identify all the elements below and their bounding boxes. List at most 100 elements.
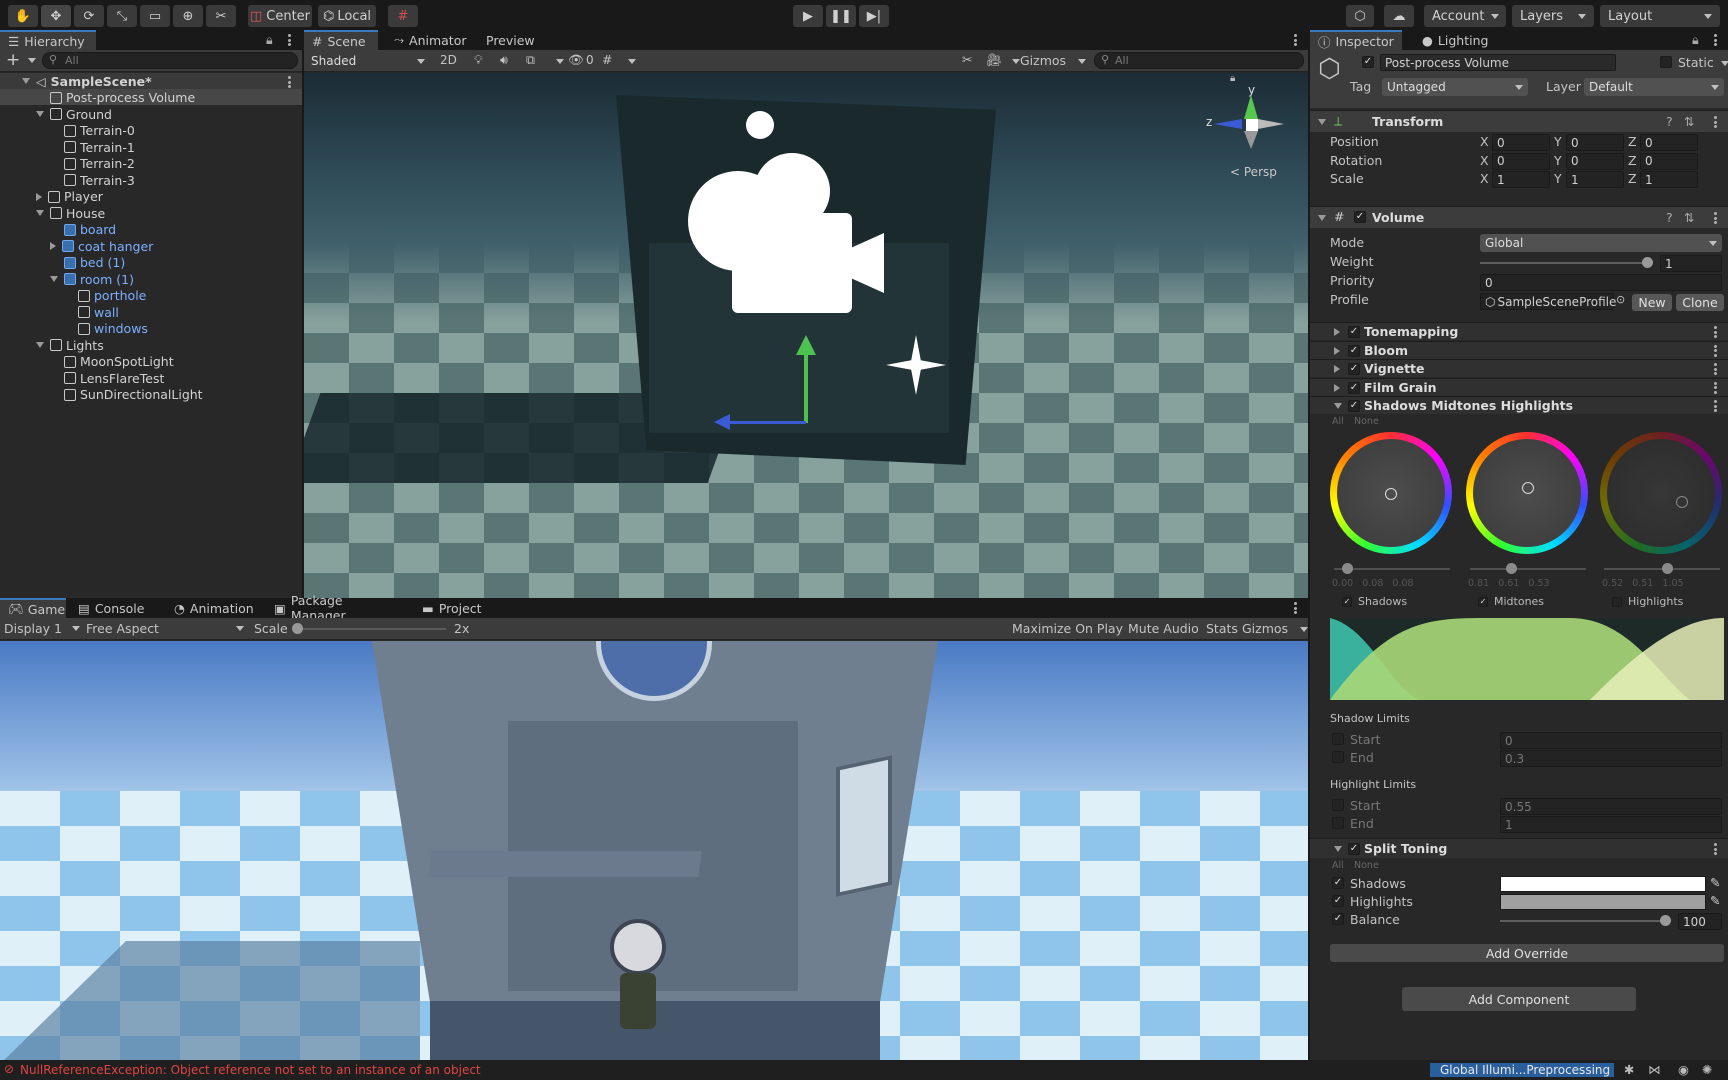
mute-audio-toggle[interactable]: Mute Audio — [1128, 621, 1199, 636]
highlight-end-checkbox[interactable] — [1332, 817, 1344, 829]
axis-z-label[interactable]: Z — [1628, 171, 1637, 186]
move-handle-z[interactable] — [724, 421, 806, 424]
expand-right-icon[interactable] — [1334, 383, 1340, 392]
clone-profile-button[interactable]: Clone — [1676, 294, 1724, 311]
small-camera-icon[interactable] — [746, 111, 774, 139]
orientation-gizmo[interactable]: y z — [1206, 83, 1294, 163]
split-toning-checkbox[interactable]: ✓ — [1348, 843, 1360, 855]
object-picker-icon[interactable]: ⊙ — [1616, 293, 1625, 306]
transform-position-y-field[interactable]: 0 — [1566, 134, 1624, 151]
volume-enabled-checkbox[interactable]: ✓ — [1354, 211, 1366, 223]
expand-down-icon[interactable] — [36, 210, 44, 217]
override-header[interactable]: ✓ Shadows Midtones Highlights — [1310, 396, 1728, 414]
override-menu-icon[interactable] — [1714, 326, 1717, 338]
hierarchy-item[interactable]: Player — [0, 189, 300, 206]
hierarchy-item[interactable]: Terrain-3 — [0, 172, 300, 189]
step-button[interactable]: ▶| — [859, 5, 889, 27]
tab-scene[interactable]: # Scene — [304, 30, 378, 50]
wheel-intensity-handle[interactable] — [1342, 563, 1353, 574]
highlights-color-wheel[interactable] — [1600, 432, 1722, 554]
collapse-icon[interactable] — [1318, 119, 1326, 125]
axis-x-label[interactable]: X — [1480, 134, 1489, 149]
transform-tool-icon[interactable]: ⊕ — [173, 5, 203, 27]
preset-icon[interactable]: ⇅ — [1684, 210, 1694, 225]
play-button[interactable]: ▶ — [793, 5, 823, 27]
override-header[interactable]: ✓ Film Grain — [1310, 377, 1728, 396]
wheel-intensity-handle[interactable] — [1662, 563, 1673, 574]
tab-game[interactable]: 🎮︎ Game — [0, 598, 66, 618]
tab-animator[interactable]: ⤳ Animator — [386, 30, 476, 50]
stats-toggle[interactable]: Stats — [1206, 621, 1238, 636]
highlights-wheel-handle[interactable] — [1676, 496, 1688, 508]
chevron-down-icon[interactable] — [28, 58, 36, 63]
lock-icon[interactable]: 🔒︎ — [266, 32, 273, 48]
shading-mode-dropdown[interactable]: Shaded — [306, 52, 430, 70]
balance-field[interactable]: 100 — [1678, 913, 1722, 930]
collapse-icon[interactable] — [1318, 215, 1326, 221]
chevron-down-icon[interactable] — [1721, 61, 1728, 66]
add-override-button[interactable]: Add Override — [1330, 944, 1724, 962]
layer-dropdown[interactable]: Default — [1584, 78, 1724, 96]
shadows-wheel-handle[interactable] — [1385, 488, 1397, 500]
expand-down-icon[interactable] — [22, 78, 30, 85]
priority-field[interactable]: 0 — [1480, 274, 1722, 291]
midtones-wheel-handle[interactable] — [1522, 482, 1534, 494]
shadow-end-checkbox[interactable] — [1332, 751, 1344, 763]
override-header[interactable]: ✓ Vignette — [1310, 359, 1728, 377]
hierarchy-item[interactable]: Lights — [0, 337, 300, 354]
more-options-icon[interactable] — [288, 34, 291, 46]
axis-y-label[interactable]: Y — [1554, 153, 1562, 168]
override-menu-icon[interactable] — [1714, 400, 1717, 412]
axis-y-label[interactable]: Y — [1554, 171, 1562, 186]
layers-dropdown[interactable]: Layers — [1512, 5, 1594, 27]
status-error-message[interactable]: NullReferenceException: Object reference… — [20, 1063, 481, 1077]
rect-tool-icon[interactable]: ▭ — [140, 5, 170, 27]
hierarchy-item[interactable]: coat hanger — [0, 238, 300, 255]
component-menu-icon[interactable] — [1714, 212, 1717, 224]
pivot-local-button[interactable]: ⌬ Local — [318, 5, 376, 27]
scale-tool-icon[interactable]: ⤡ — [107, 5, 137, 27]
expand-down-icon[interactable] — [50, 276, 58, 283]
new-profile-button[interactable]: New — [1632, 294, 1672, 311]
eyedropper-icon[interactable]: ✎ — [1710, 875, 1720, 890]
override-menu-icon[interactable] — [1714, 344, 1717, 357]
hierarchy-item[interactable]: porthole — [0, 288, 300, 305]
scene-search-input[interactable]: ⚲ All — [1094, 52, 1304, 69]
shadow-start-field[interactable]: 0 — [1500, 732, 1722, 749]
shadow-end-field[interactable]: 0.3 — [1500, 750, 1722, 767]
gizmos-dropdown[interactable]: Gizmos — [1020, 53, 1066, 68]
axis-x-label[interactable]: X — [1480, 153, 1489, 168]
wheel-enable-checkbox[interactable]: ✓ — [1478, 597, 1488, 607]
static-checkbox[interactable] — [1660, 56, 1672, 68]
weight-slider-handle[interactable] — [1642, 257, 1653, 268]
rotate-tool-icon[interactable]: ⟳ — [74, 5, 104, 27]
add-icon[interactable]: + — [6, 50, 20, 70]
tab-console[interactable]: ▤ Console — [70, 598, 152, 618]
hierarchy-item[interactable]: Terrain-1 — [0, 139, 300, 156]
game-viewport[interactable] — [0, 641, 1308, 1064]
hidden-objects-icon[interactable]: 👁︎ — [568, 52, 584, 68]
split-highlights-checkbox[interactable]: ✓ — [1332, 895, 1344, 907]
layout-dropdown[interactable]: Layout — [1600, 5, 1720, 27]
axis-x-label[interactable]: X — [1480, 171, 1489, 186]
cache-icon[interactable]: ◉ — [1678, 1062, 1689, 1077]
weight-field[interactable]: 1 — [1660, 255, 1722, 272]
tab-project[interactable]: ▬ Project — [414, 598, 496, 618]
axis-z-label[interactable]: Z — [1628, 134, 1637, 149]
services-icon[interactable]: ⬡ — [1346, 5, 1374, 27]
hierarchy-item[interactable]: Ground — [0, 106, 300, 123]
split-toning-header[interactable]: ✓ Split Toning — [1310, 838, 1728, 858]
tab-preview[interactable]: Preview — [478, 30, 548, 50]
debug-icon[interactable]: ✱ — [1624, 1062, 1634, 1077]
override-header[interactable]: ✓ Bloom — [1310, 340, 1728, 359]
chevron-down-icon[interactable] — [556, 59, 564, 64]
transform-position-z-field[interactable]: 0 — [1640, 134, 1698, 151]
highlight-start-checkbox[interactable] — [1332, 799, 1344, 811]
none-link[interactable]: None — [1354, 416, 1379, 427]
transform-rotation-x-field[interactable]: 0 — [1492, 152, 1550, 170]
hierarchy-item[interactable]: House — [0, 205, 300, 222]
hierarchy-item[interactable]: LensFlareTest — [0, 370, 300, 387]
more-options-icon[interactable] — [1294, 602, 1297, 614]
scale-slider[interactable] — [296, 628, 446, 630]
transform-position-x-field[interactable]: 0 — [1492, 134, 1550, 151]
